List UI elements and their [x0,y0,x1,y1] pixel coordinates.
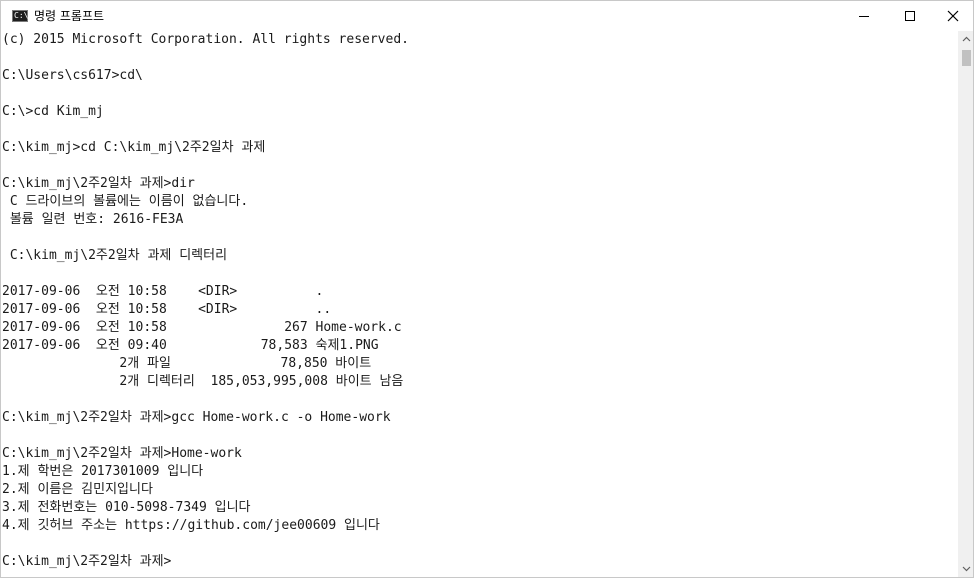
vertical-scrollbar[interactable] [958,31,973,577]
console-line: C:\Users\cs617>cd\ [2,68,143,83]
console-text: (c) 2015 Microsoft Corporation. All righ… [1,31,958,571]
maximize-button[interactable] [887,1,933,31]
console-line: C:\kim_mj\2주2일차 과제>gcc Home-work.c -o Ho… [2,410,391,425]
console-line: (c) 2015 Microsoft Corporation. All righ… [2,32,409,47]
scroll-up-button[interactable] [958,31,973,48]
console-line: C:\kim_mj\2주2일차 과제>dir [2,176,195,191]
console-line: C:\kim_mj\2주2일차 과제>Home-work [2,446,242,461]
close-button[interactable] [933,1,973,31]
console-line: 2017-09-06 오전 09:40 78,583 숙제1.PNG [2,338,379,353]
console-line: 볼륨 일련 번호: 2616-FE3A [2,212,184,227]
chevron-down-icon [962,566,971,572]
scroll-thumb[interactable] [962,50,971,66]
console-icon-glyph: C:\ [14,11,29,20]
maximize-icon [905,11,915,21]
console-line: 2017-09-06 오전 10:58 <DIR> . [2,284,324,299]
console-line: 2.제 이름은 김민지입니다 [2,482,153,497]
console-line: C:\>cd Kim_mj [2,104,104,119]
title-bar[interactable]: C:\ 명령 프롬프트 [1,1,973,31]
console-line: 4.제 깃허브 주소는 https://github.com/jee00609 … [2,518,380,533]
console-line: 1.제 학번은 2017301009 입니다 [2,464,204,479]
command-prompt-window: C:\ 명령 프롬프트 (c) 2015 Microsoft Corporati… [0,0,974,578]
console-line: C 드라이브의 볼륨에는 이름이 없습니다. [2,194,249,209]
console-line: 2개 파일 78,850 바이트 [2,356,372,371]
minimize-icon [859,16,869,17]
minimize-button[interactable] [841,1,887,31]
console-line: 2개 디렉터리 185,053,995,008 바이트 남음 [2,374,404,389]
window-title: 명령 프롬프트 [34,9,105,23]
console-line: C:\kim_mj\2주2일차 과제 디렉터리 [2,248,228,263]
console-line: C:\kim_mj\2주2일차 과제> [2,554,172,569]
scroll-down-button[interactable] [958,560,973,577]
console-line: 3.제 전화번호는 010-5098-7349 입니다 [2,500,251,515]
console-line: 2017-09-06 오전 10:58 <DIR> .. [2,302,332,317]
close-icon [947,10,959,22]
console-line: 2017-09-06 오전 10:58 267 Home-work.c [2,320,402,335]
console-line: C:\kim_mj>cd C:\kim_mj\2주2일차 과제 [2,140,266,155]
chevron-up-icon [962,36,971,42]
console-icon[interactable]: C:\ [12,10,28,22]
console-output[interactable]: (c) 2015 Microsoft Corporation. All righ… [1,31,958,576]
